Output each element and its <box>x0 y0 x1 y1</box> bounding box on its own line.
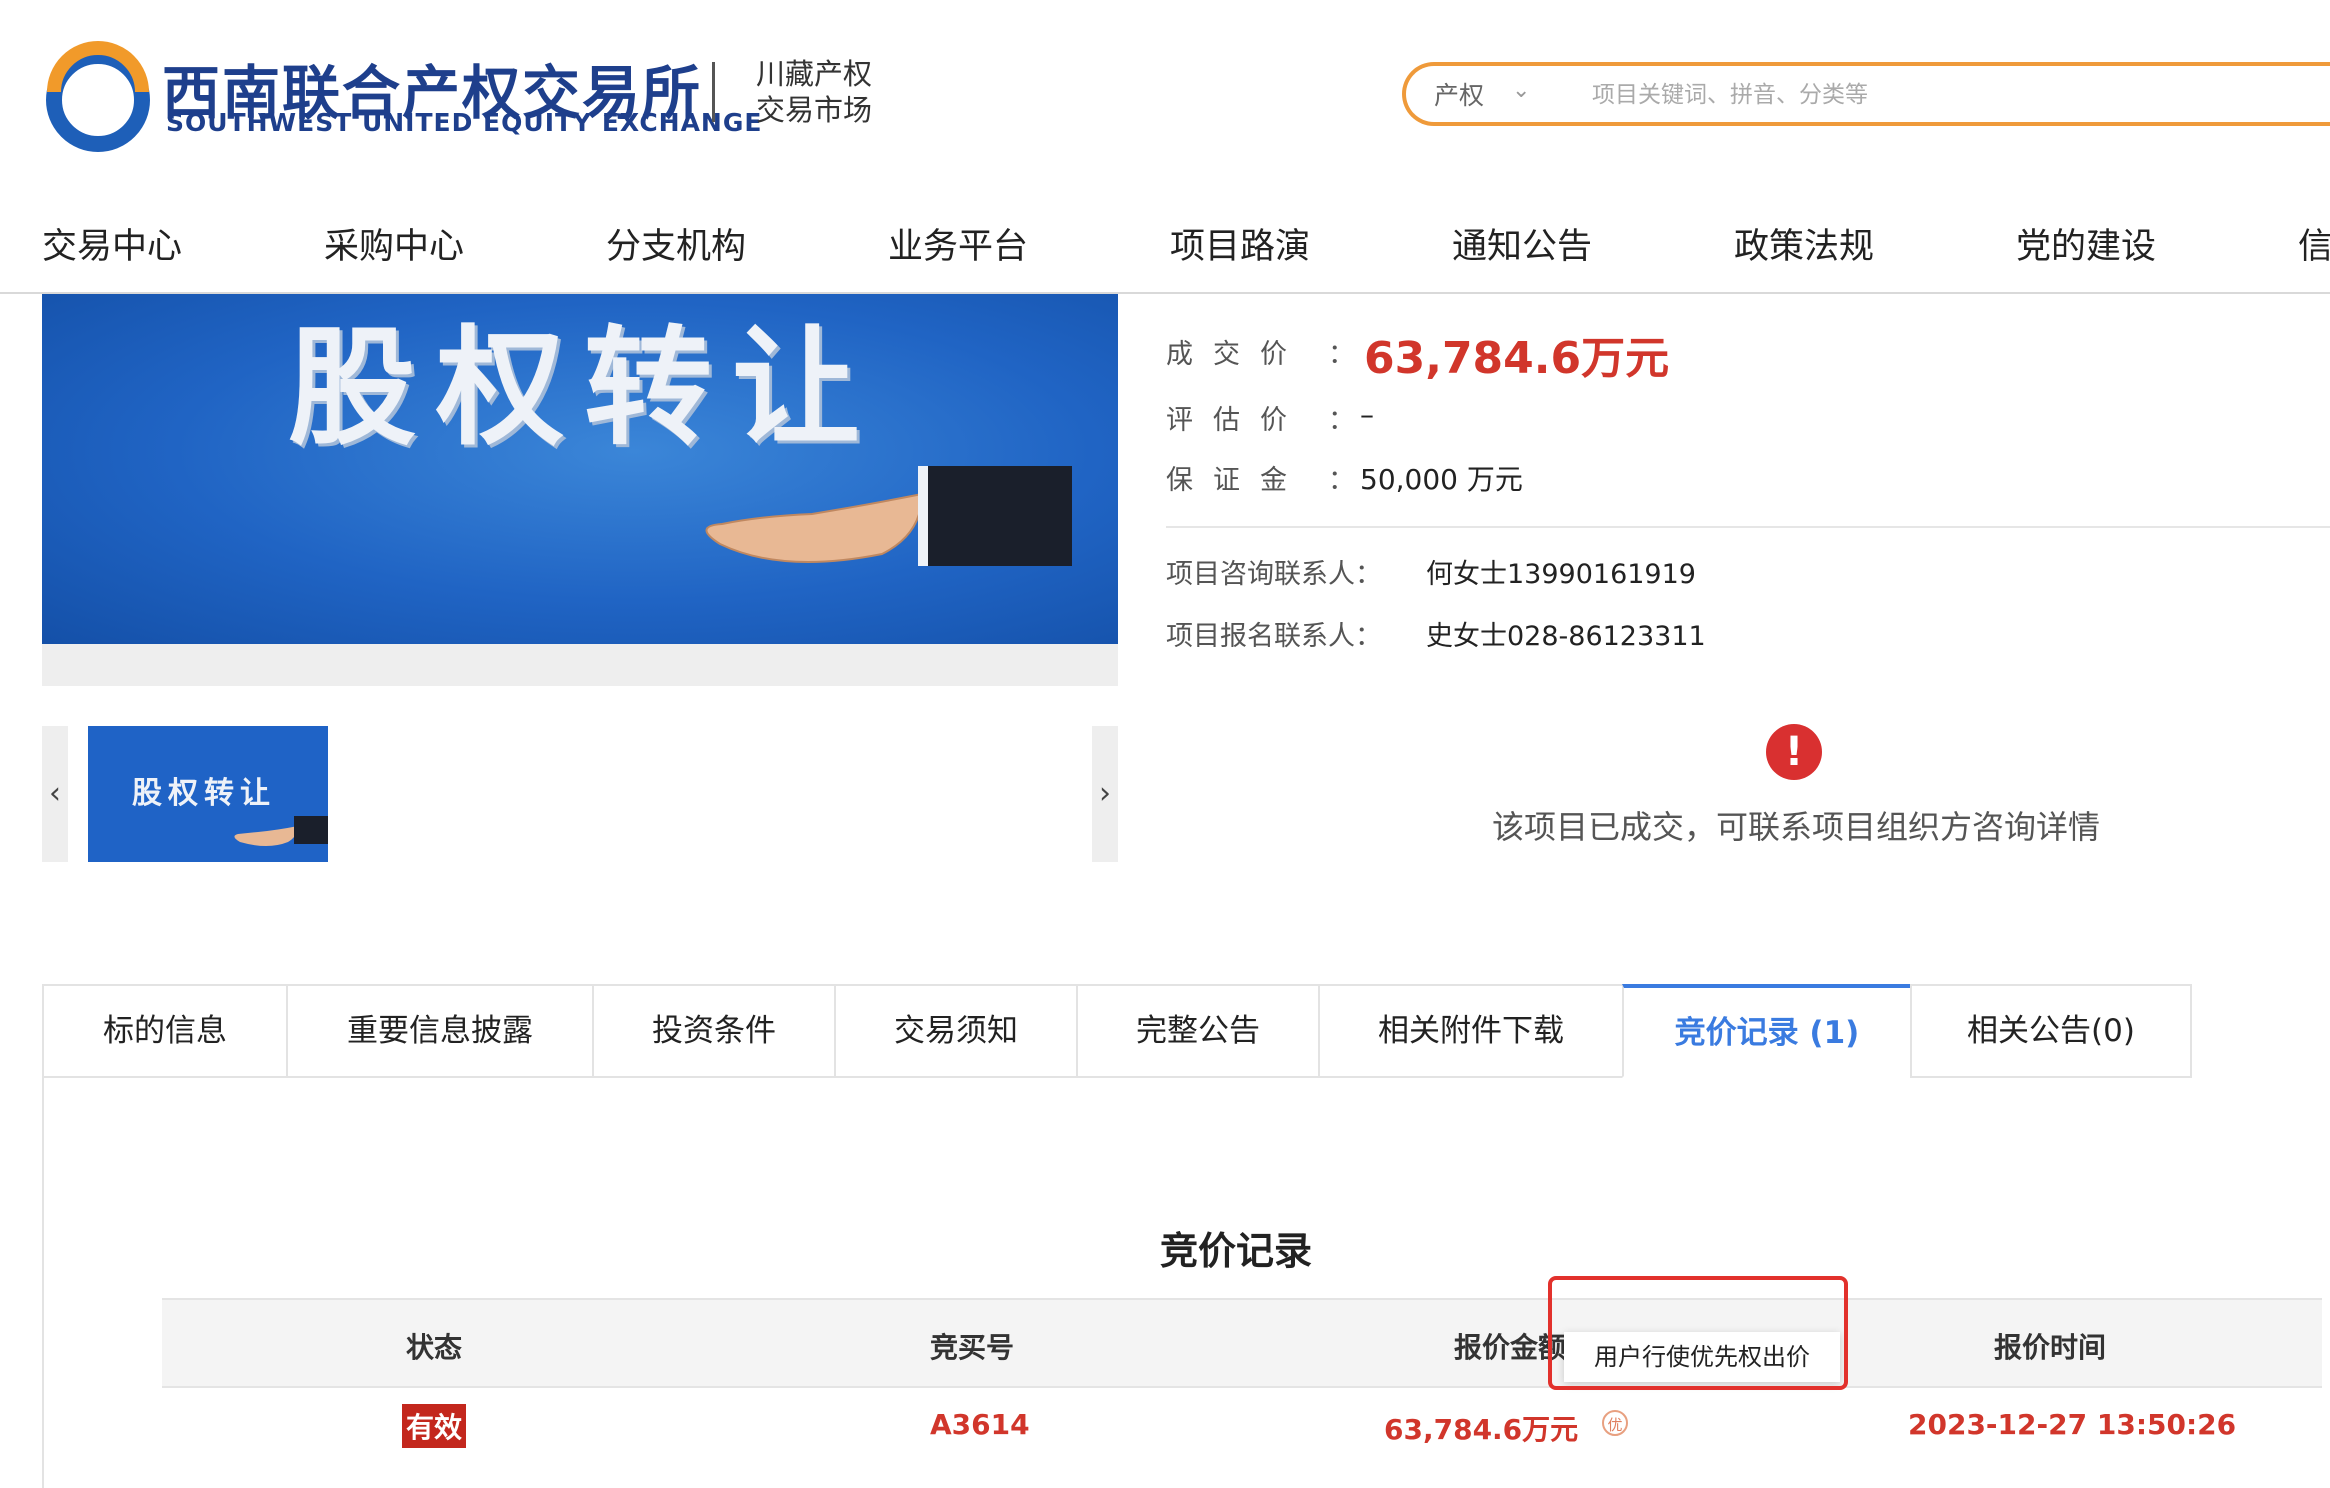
tab-bid-records[interactable]: 竞价记录 (1) <box>1622 984 1910 1078</box>
tab-full-announcement[interactable]: 完整公告 <box>1076 984 1318 1078</box>
tab-investment-conditions[interactable]: 投资条件 <box>592 984 834 1078</box>
tab-subject-info[interactable]: 标的信息 <box>42 984 286 1078</box>
tab-important-disclosure[interactable]: 重要信息披露 <box>286 984 592 1078</box>
search-category-select[interactable]: 产权 <box>1434 76 1484 112</box>
market-name-line1: 川藏产权 <box>756 57 873 91</box>
bid-number: A3614 <box>930 1408 1030 1441</box>
tab-trading-notes[interactable]: 交易须知 <box>834 984 1076 1078</box>
eval-price-value: – <box>1360 398 1374 431</box>
market-name: 川藏产权 交易市场 <box>756 56 906 128</box>
tab-attachments[interactable]: 相关附件下载 <box>1318 984 1622 1078</box>
hand-icon <box>705 466 1072 566</box>
deposit-colon: ： <box>1328 465 1355 496</box>
nav-item-business-platform[interactable]: 业务平台 <box>888 218 1028 269</box>
bid-time: 2023-12-27 13:50:26 <box>1908 1408 2237 1441</box>
bid-amount: 63,784.6万元 <box>1384 1413 1579 1446</box>
content-border <box>42 1078 44 1488</box>
status-badge: 有效 <box>402 1404 467 1448</box>
deposit-label: 保证金 <box>1166 465 1307 496</box>
chevron-down-icon[interactable]: ⌄ <box>1512 78 1530 103</box>
thumbnail-hand-icon <box>234 816 328 846</box>
deal-price-colon: ： <box>1328 339 1355 370</box>
image-caption-strip <box>42 644 1118 686</box>
thumbnail-image[interactable]: 股权转让 <box>88 726 328 862</box>
deal-closed-message: 该项目已成交，可联系项目组织方咨询详情 <box>1492 808 2101 846</box>
search-input[interactable] <box>1590 74 2194 116</box>
nav-item-party-building[interactable]: 党的建设 <box>2016 218 2156 269</box>
brand-divider <box>712 62 715 122</box>
column-header-bid-number: 竞买号 <box>930 1331 1015 1364</box>
priority-bid-icon[interactable]: 优 <box>1602 1410 1628 1436</box>
brand-name-en: SOUTHWEST UNITED EQUITY EXCHANGE <box>166 108 763 137</box>
market-name-line2: 交易市场 <box>756 93 873 127</box>
eval-price-colon: ： <box>1328 405 1355 436</box>
nav-item-procurement-center[interactable]: 采购中心 <box>324 218 464 269</box>
nav-item-trading-center[interactable]: 交易中心 <box>42 218 182 269</box>
deal-price-value: 63,784.6万元 <box>1364 333 1670 384</box>
consult-contact-value: 何女士13990161919 <box>1426 559 1696 590</box>
thumbnail-prev-button[interactable]: ‹ <box>42 726 68 862</box>
info-divider <box>1166 526 2330 528</box>
detail-tabs: 标的信息 重要信息披露 投资条件 交易须知 完整公告 相关附件下载 竞价记录 (… <box>42 984 2330 1080</box>
bid-records-table-header: 状态 竞买号 报价金额 报价时间 <box>162 1298 2322 1388</box>
thumbnail-next-button[interactable]: › <box>1092 726 1118 862</box>
bid-records-title: 竞价记录 <box>1160 1229 1313 1273</box>
alert-icon: ! <box>1766 724 1822 780</box>
nav-item-more[interactable]: 信 <box>2298 218 2330 269</box>
banner-caption: 股权转让 <box>288 314 881 463</box>
nav-item-branches[interactable]: 分支机构 <box>606 218 746 269</box>
project-main-image: 股权转让 <box>42 294 1118 644</box>
exchange-logo-icon <box>46 41 150 152</box>
tab-related-announcements[interactable]: 相关公告(0) <box>1910 984 2192 1078</box>
nav-item-project-roadshow[interactable]: 项目路演 <box>1170 218 1310 269</box>
highlight-box <box>1548 1276 1848 1390</box>
nav-item-policies[interactable]: 政策法规 <box>1734 218 1874 269</box>
main-nav: 交易中心 采购中心 分支机构 业务平台 项目路演 通知公告 政策法规 党的建设 … <box>0 196 2330 294</box>
nav-item-notices[interactable]: 通知公告 <box>1452 218 1592 269</box>
deal-price-label: 成交价 <box>1166 339 1307 370</box>
deposit-value: 50,000 万元 <box>1360 463 1523 496</box>
thumbnail-caption: 股权转让 <box>132 776 276 811</box>
signup-contact-label: 项目报名联系人： <box>1166 621 1382 652</box>
eval-price-label: 评估价 <box>1166 405 1307 436</box>
signup-contact-value: 史女士028-86123311 <box>1426 621 1706 652</box>
column-header-status: 状态 <box>406 1331 463 1364</box>
column-header-time: 报价时间 <box>1994 1331 2107 1364</box>
consult-contact-label: 项目咨询联系人： <box>1166 559 1382 590</box>
